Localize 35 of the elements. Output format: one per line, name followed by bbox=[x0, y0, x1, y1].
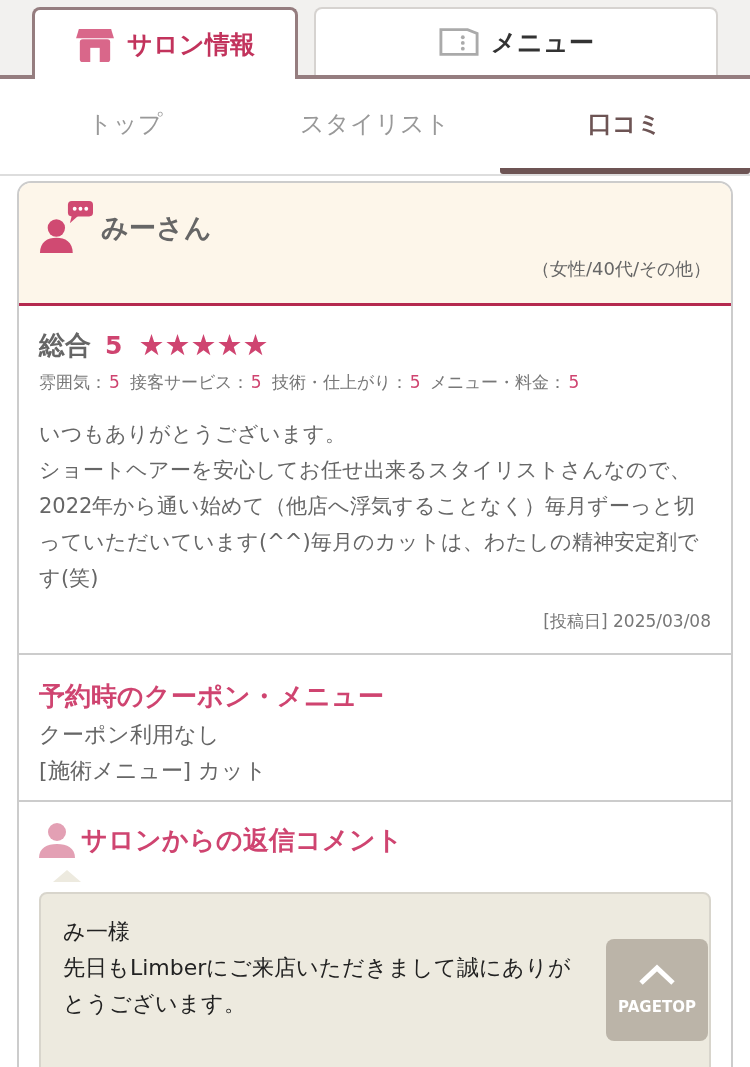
overall-score: 5 bbox=[105, 331, 123, 360]
review-text: ショートヘアーを安心してお任せ出来るスタイリストさんなので、2022年から通い始めて（他店へ浮気することなく）毎月ずーっと切っていただいています(^^)毎月のカットは、わたしの精神安定剤です(笑) bbox=[39, 457, 700, 592]
main-tab[interactable]: サロン情報 bbox=[32, 7, 298, 79]
reviewer-profile: （女性/40代/その他） bbox=[530, 257, 711, 281]
reply-text: み一様 bbox=[63, 918, 131, 946]
rating-label: 技術・仕上がり： bbox=[271, 372, 408, 392]
star-icon: ★ bbox=[138, 331, 165, 360]
rating-score: 5 bbox=[250, 372, 262, 392]
speaking-person-icon bbox=[39, 201, 93, 255]
star-icon: ★ bbox=[242, 331, 269, 360]
coupon-text: [施術メニュー] カット bbox=[39, 757, 269, 785]
rating-label: 雰囲気： bbox=[39, 372, 107, 392]
chevron-up-icon bbox=[637, 964, 677, 986]
person-icon bbox=[39, 822, 75, 858]
post-date: [投稿日] 2025/03/08 bbox=[542, 610, 711, 633]
sub-tab[interactable]: 口コミ bbox=[500, 79, 750, 174]
review-text: いつもありがとうございます。 bbox=[39, 421, 347, 448]
star-icon: ★ bbox=[190, 331, 217, 360]
sub-tab[interactable]: スタイリスト bbox=[250, 79, 500, 174]
overall-label: 総合 bbox=[39, 329, 91, 362]
rating-score: 5 bbox=[109, 372, 120, 392]
star-icon: ★ bbox=[164, 331, 191, 360]
section-title: 予約時のクーポン・メニュー bbox=[39, 680, 385, 713]
coupon-text: クーポン利用なし bbox=[39, 721, 221, 749]
rating-label: 接客サービス： bbox=[129, 372, 249, 392]
rating-score: 5 bbox=[409, 372, 421, 392]
shop-icon bbox=[75, 26, 115, 63]
main-tab[interactable]: メニュー bbox=[314, 7, 718, 75]
reply-text: 先日もLimberにご来店いただきまして誠にありがとうございます。 bbox=[63, 954, 573, 1018]
section-title: サロンからの返信コメント bbox=[81, 823, 403, 857]
rating-score: 5 bbox=[568, 372, 580, 392]
reviewer-name: みーさん bbox=[101, 211, 212, 245]
star-icon: ★ bbox=[216, 331, 243, 360]
sub-tab[interactable]: トップ bbox=[0, 79, 250, 174]
rating-label: メニュー・料金： bbox=[430, 372, 567, 392]
